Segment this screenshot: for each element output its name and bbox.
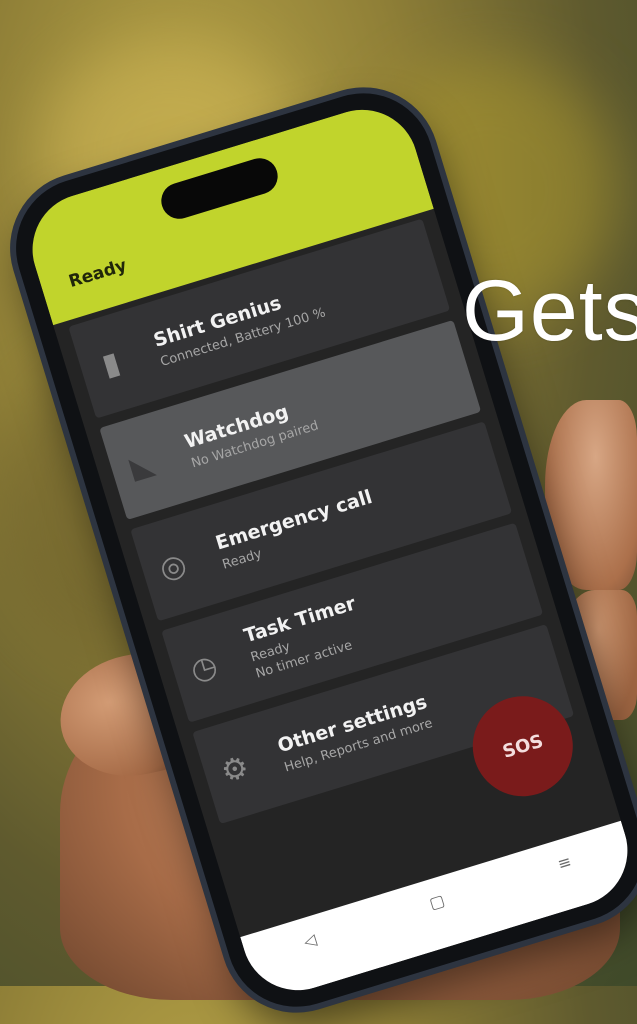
gear-icon: ⚙ [217, 748, 253, 791]
overlay-headline: Gets [462, 263, 637, 359]
dynamic-island [156, 153, 283, 224]
clock-icon: ◷ [186, 647, 222, 689]
finger [545, 400, 637, 590]
headset-icon: ◎ [155, 546, 191, 588]
home-icon[interactable]: ▢ [427, 890, 447, 913]
dog-icon: ◣ [125, 445, 159, 486]
back-icon[interactable]: ◁ [301, 930, 318, 952]
device-icon: ▮ [97, 344, 125, 384]
status-text: Ready [66, 255, 130, 293]
recents-icon[interactable]: ≡ [555, 852, 573, 874]
